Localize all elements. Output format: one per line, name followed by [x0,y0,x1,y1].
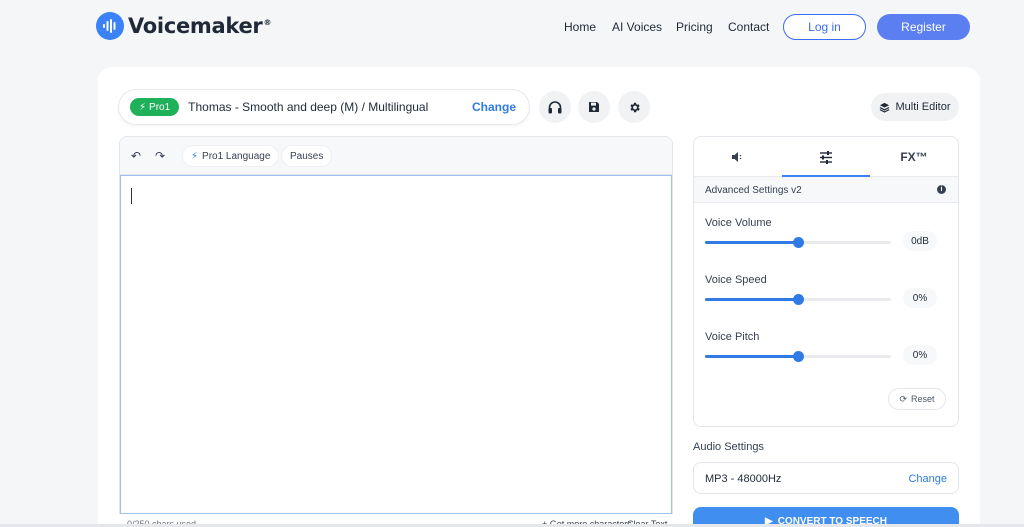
settings-button[interactable] [618,91,650,123]
multi-editor-button[interactable]: Multi Editor [871,93,959,121]
audio-format: MP3 - 48000Hz [705,473,782,485]
slider-thumb[interactable] [793,294,804,305]
layers-icon [880,102,890,113]
pro1-badge: ⚡︎ Pro1 [130,98,180,116]
text-caret [131,188,132,204]
voice-volume-value[interactable]: 0dB [903,231,937,251]
voice-speed-value[interactable]: 0% [903,288,937,308]
audio-settings-selector[interactable]: MP3 - 48000Hz Change [693,462,959,494]
tab-sound[interactable] [694,137,782,177]
voice-speed-label: Voice Speed [705,274,767,286]
bolt-icon: ⚡︎ [139,101,147,113]
voice-selector[interactable]: ⚡︎ Pro1 Thomas - Smooth and deep (M) / M… [119,90,529,124]
voice-volume-label: Voice Volume [705,217,772,229]
tab-fx[interactable]: FX™ [870,137,958,177]
voice-name: Thomas - Smooth and deep (M) / Multiling… [188,100,429,114]
change-voice-link[interactable]: Change [472,100,516,114]
undo-icon[interactable]: ↶ [131,149,141,163]
change-audio-link[interactable]: Change [908,473,947,485]
nav-pricing[interactable]: Pricing [676,20,713,34]
nav-contact[interactable]: Contact [728,20,769,34]
nav-home[interactable]: Home [564,20,596,34]
voice-settings-panel: FX™ Advanced Settings v2 i Voice Volume … [693,136,959,427]
slider-fill [705,298,798,301]
slider-thumb[interactable] [793,237,804,248]
slider-thumb[interactable] [793,351,804,362]
preview-voice-button[interactable] [539,91,571,123]
register-button[interactable]: Register [877,14,970,40]
gear-icon [629,102,640,112]
info-icon[interactable]: i [937,185,946,194]
headphones-icon [548,100,562,113]
waveform-icon [96,12,124,40]
pauses-button[interactable]: Pauses [282,146,332,166]
save-button[interactable] [578,91,610,123]
voice-pitch-label: Voice Pitch [705,331,760,343]
editor-toolbar: ↶ ↷ ⚡︎ Pro1 Language Pauses [120,137,672,175]
slider-fill [705,355,798,358]
voice-pitch-slider[interactable] [705,351,891,362]
bolt-icon: ⚡︎ [191,150,199,162]
text-input[interactable] [120,175,672,514]
text-editor: ↶ ↷ ⚡︎ Pro1 Language Pauses [119,136,673,514]
pro1-language-button[interactable]: ⚡︎ Pro1 Language [183,146,279,166]
voice-volume-control: Voice Volume 0dB [705,217,947,251]
speaker-icon [732,152,742,162]
voice-pitch-control: Voice Pitch 0% [705,331,947,365]
voice-speed-control: Voice Speed 0% [705,274,947,308]
floppy-disk-icon [589,102,599,112]
settings-tabs: FX™ [694,137,958,177]
advanced-settings-label: Advanced Settings v2 [705,185,802,196]
refresh-icon: ⟳ [899,393,908,404]
login-button[interactable]: Log in [783,14,866,40]
tab-advanced-settings[interactable] [782,137,870,177]
logo[interactable]: Voicemaker® [96,12,271,40]
audio-settings-title: Audio Settings [693,441,764,453]
nav-ai-voices[interactable]: AI Voices [612,20,662,34]
reset-button[interactable]: ⟳ Reset [888,388,946,410]
voice-speed-slider[interactable] [705,294,891,305]
advanced-settings-row: Advanced Settings v2 i [694,177,958,203]
voice-pitch-value[interactable]: 0% [903,345,937,365]
voice-volume-slider[interactable] [705,237,891,248]
sliders-icon [820,150,832,164]
slider-fill [705,241,798,244]
redo-icon[interactable]: ↷ [155,149,165,163]
brand-name: Voicemaker® [128,14,272,38]
